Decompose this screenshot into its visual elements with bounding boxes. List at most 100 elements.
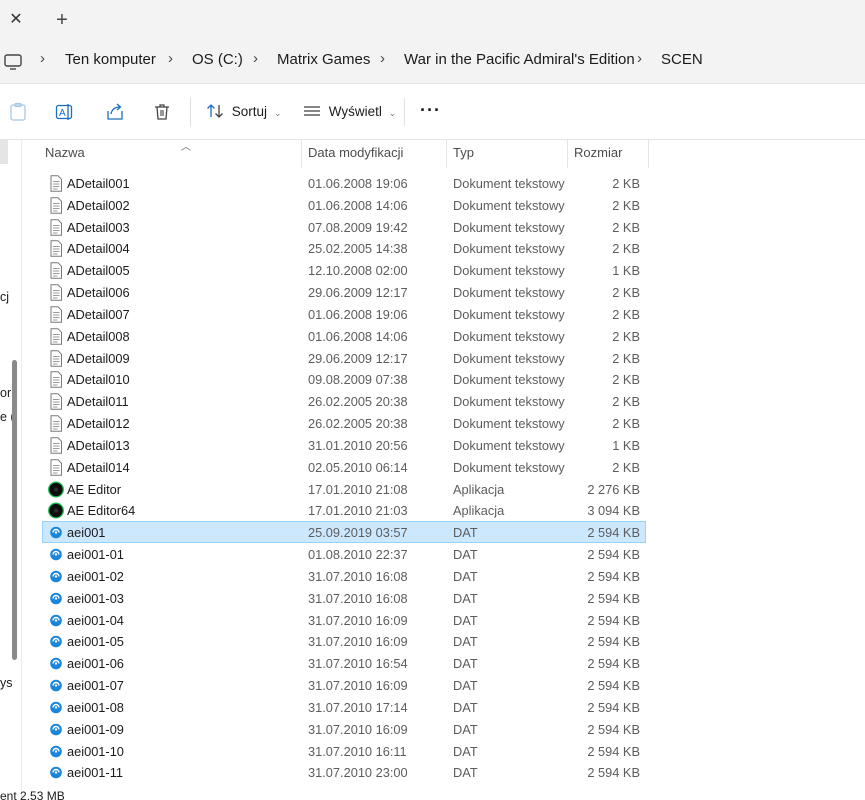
- file-type: DAT: [453, 547, 478, 563]
- file-name: ADetail009: [67, 350, 130, 366]
- file-name: ADetail008: [67, 328, 130, 344]
- text-file-icon: [48, 262, 64, 280]
- file-date: 31.07.2010 16:54: [308, 656, 408, 672]
- dat-file-icon: [48, 764, 64, 781]
- sort-button[interactable]: Sortuj ⌄: [206, 100, 281, 124]
- file-row[interactable]: AE Editor 17.01.2010 21:08 Aplikacja 2 276 …: [42, 478, 646, 500]
- nav-item-fragment[interactable]: ys: [0, 676, 13, 690]
- text-file-icon: [48, 197, 64, 214]
- breadcrumb-item-matrix-games[interactable]: Matrix Games: [277, 51, 370, 68]
- breadcrumb-item-this-pc[interactable]: Ten komputer: [65, 51, 156, 68]
- new-tab-icon[interactable]: +: [52, 10, 72, 30]
- monitor-icon[interactable]: [4, 52, 22, 72]
- file-date: 01.06.2008 14:06: [308, 197, 408, 213]
- sort-arrows-icon: [207, 104, 223, 118]
- column-header-name[interactable]: Nazwa ︿: [39, 140, 302, 168]
- column-header-type-label: Typ: [453, 145, 474, 160]
- file-date: 01.06.2008 19:06: [308, 176, 408, 191]
- file-size: 2 276 KB: [587, 481, 640, 497]
- file-row[interactable]: ADetail001 01.06.2008 19:06 Dokument tekst…: [42, 172, 646, 194]
- text-file-icon: [48, 459, 64, 476]
- file-row[interactable]: aei001-06 31.07.2010 16:54 DAT 2 594 KB: [42, 652, 646, 674]
- delete-icon[interactable]: [152, 102, 172, 122]
- file-row[interactable]: ADetail007 01.06.2008 19:06 Dokument tekst…: [42, 303, 646, 325]
- file-row[interactable]: aei001-11 31.07.2010 23:00 DAT 2 594 KB: [42, 761, 646, 783]
- chevron-down-icon: ⌄: [388, 108, 397, 118]
- breadcrumb-item-scen[interactable]: SCEN: [661, 51, 703, 68]
- column-header-date[interactable]: Data modyfikacji: [302, 140, 447, 168]
- more-options-icon[interactable]: ···: [420, 100, 440, 124]
- breadcrumb-item-game[interactable]: War in the Pacific Admiral's Edition: [404, 51, 635, 68]
- file-date: 09.08.2009 07:38: [308, 372, 408, 388]
- breadcrumb-separator[interactable]: ›: [253, 50, 258, 67]
- text-file-icon: [48, 371, 64, 389]
- view-button[interactable]: Wyświetl ⌄: [303, 100, 396, 124]
- file-row[interactable]: aei001-03 31.07.2010 16:08 DAT 2 594 KB: [42, 587, 646, 609]
- nav-scrollbar[interactable]: [12, 360, 17, 660]
- file-size: 2 594 KB: [587, 656, 640, 672]
- text-file-icon: [48, 284, 64, 301]
- file-name: aei001-03: [67, 590, 124, 606]
- breadcrumb-separator[interactable]: ›: [168, 50, 173, 67]
- navigation-pane[interactable]: cj or e ( ys: [0, 140, 22, 800]
- text-file-icon: [48, 175, 64, 192]
- file-row[interactable]: aei001-07 31.07.2010 16:09 DAT 2 594 KB: [42, 674, 646, 696]
- file-row[interactable]: ADetail005 12.10.2008 02:00 Dokument tekst…: [42, 259, 646, 281]
- rename-icon[interactable]: A: [55, 102, 75, 122]
- file-row[interactable]: ADetail002 01.06.2008 14:06 Dokument tekst…: [42, 194, 646, 216]
- file-size: 2 KB: [612, 350, 640, 366]
- file-name: ADetail013: [67, 437, 130, 453]
- breadcrumb-item-drive[interactable]: OS (C:): [192, 51, 243, 68]
- breadcrumb-separator[interactable]: ›: [40, 50, 45, 67]
- file-name: aei001-04: [67, 612, 124, 628]
- file-row[interactable]: aei001-04 31.07.2010 16:09 DAT 2 594 KB: [42, 609, 646, 631]
- nav-item-fragment[interactable]: cj: [0, 290, 9, 304]
- breadcrumb-separator[interactable]: ›: [380, 50, 385, 67]
- file-type: Aplikacja: [453, 481, 505, 497]
- column-header-size[interactable]: Rozmiar: [568, 140, 649, 168]
- file-row[interactable]: ADetail009 29.06.2009 12:17 Dokument tekst…: [42, 347, 646, 369]
- sort-ascending-icon: ︿: [181, 142, 191, 153]
- file-name: aei001-01: [67, 547, 124, 563]
- file-type: DAT: [453, 721, 478, 737]
- file-name: aei001-02: [67, 568, 124, 584]
- file-size: 1 KB: [612, 437, 640, 453]
- sort-label: Sortuj: [231, 104, 268, 119]
- dat-file-icon: [48, 568, 64, 585]
- file-date: 31.07.2010 16:09: [308, 612, 408, 628]
- file-row[interactable]: ADetail010 09.08.2009 07:38 Dokument tekst…: [42, 368, 646, 390]
- column-header-date-label: Data modyfikacji: [308, 145, 404, 160]
- file-type: DAT: [453, 699, 478, 715]
- file-row[interactable]: ADetail006 29.06.2009 12:17 Dokument tekst…: [42, 281, 646, 303]
- file-row[interactable]: ADetail013 31.01.2010 20:56 Dokument tekst…: [42, 434, 646, 456]
- file-size: 2 KB: [612, 394, 640, 410]
- file-row[interactable]: AE Editor64 17.01.2010 21:03 Aplikacja 3 09…: [42, 499, 646, 521]
- column-header-row: Nazwa ︿ Data modyfikacji Typ Rozmiar: [22, 140, 865, 168]
- file-row[interactable]: ADetail014 02.05.2010 06:14 Dokument tekst…: [42, 456, 646, 478]
- file-row[interactable]: ADetail012 26.02.2005 20:38 Dokument tekst…: [42, 412, 646, 434]
- file-row[interactable]: ADetail004 25.02.2005 14:38 Dokument tekst…: [42, 237, 646, 259]
- file-name: aei001-10: [67, 743, 124, 759]
- file-type: DAT: [453, 678, 478, 694]
- file-row[interactable]: ADetail003 07.08.2009 19:42 Dokument tekst…: [42, 216, 646, 238]
- column-header-type[interactable]: Typ: [447, 140, 568, 168]
- column-header-size-label: Rozmiar: [574, 145, 623, 160]
- file-row[interactable]: aei001-01 01.08.2010 22:37 DAT 2 594 KB: [42, 543, 646, 565]
- file-row[interactable]: aei001-09 31.07.2010 16:09 DAT 2 594 KB: [42, 718, 646, 740]
- nav-item-fragment[interactable]: or: [0, 386, 11, 400]
- file-row-selected[interactable]: aei001 25.09.2019 03:57 DAT 2 594 KB: [42, 521, 646, 544]
- file-row[interactable]: aei001-10 31.07.2010 16:11 DAT 2 594 KB: [42, 740, 646, 762]
- file-row[interactable]: ADetail008 01.06.2008 14:06 Dokument tekst…: [42, 325, 646, 347]
- dat-file-icon: [48, 590, 64, 607]
- file-row[interactable]: aei001-08 31.07.2010 17:14 DAT 2 594 KB: [42, 696, 646, 718]
- breadcrumb-separator[interactable]: ›: [637, 50, 642, 67]
- file-row[interactable]: aei001-05 31.07.2010 16:09 DAT 2 594 KB: [42, 630, 646, 652]
- close-tab-icon[interactable]: ✕: [6, 10, 26, 30]
- file-name: ADetail011: [67, 394, 129, 410]
- file-row[interactable]: aei001-02 31.07.2010 16:08 DAT 2 594 KB: [42, 565, 646, 587]
- share-icon[interactable]: [105, 102, 125, 122]
- file-type: Dokument tekstowy: [453, 350, 565, 366]
- file-row[interactable]: ADetail011 26.02.2005 20:38 Dokument tekst…: [42, 390, 646, 412]
- paste-icon[interactable]: [8, 102, 28, 122]
- file-type: Dokument tekstowy: [453, 219, 565, 235]
